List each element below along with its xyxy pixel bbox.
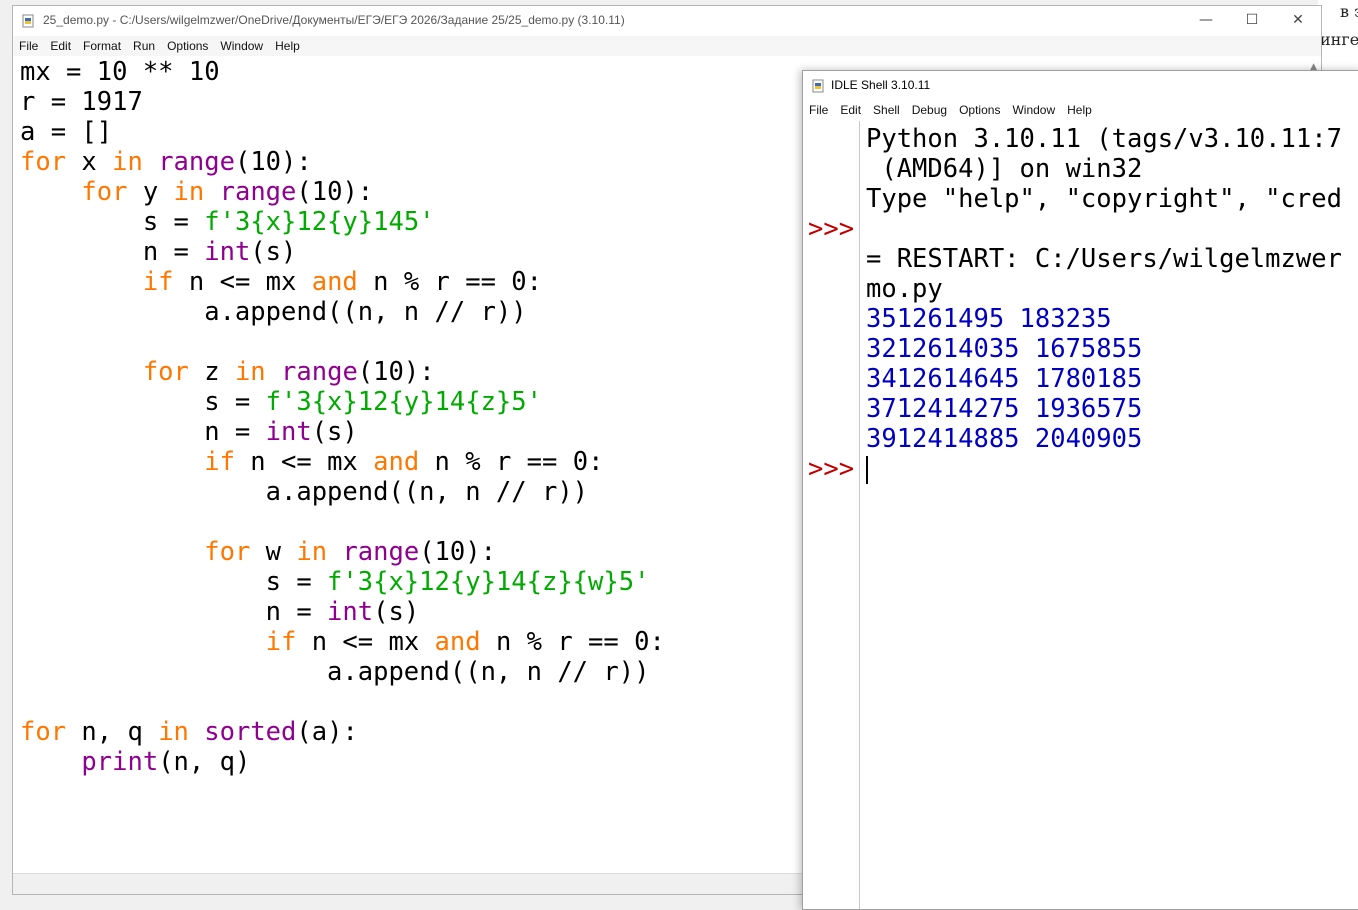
editor-titlebar[interactable]: 25_demo.py - C:/Users/wilgelmzwer/OneDri… xyxy=(13,6,1321,36)
menu-options[interactable]: Options xyxy=(161,36,214,53)
maximize-button[interactable]: ☐ xyxy=(1229,6,1275,36)
menu-edit[interactable]: Edit xyxy=(44,36,77,53)
menu-window[interactable]: Window xyxy=(1006,99,1061,117)
editor-title: 25_demo.py - C:/Users/wilgelmzwer/OneDri… xyxy=(43,13,625,27)
menu-file[interactable]: File xyxy=(13,36,44,53)
menu-help[interactable]: Help xyxy=(1061,99,1098,117)
menu-file[interactable]: File xyxy=(803,99,834,117)
minimize-button[interactable]: — xyxy=(1183,6,1229,36)
prompt-markers: >>> >>> xyxy=(808,214,855,484)
menu-window[interactable]: Window xyxy=(214,36,269,53)
shell-menubar: File Edit Shell Debug Options Window Help xyxy=(803,99,1358,121)
shell-header: Python 3.10.11 (tags/v3.10.11:7 (AMD64)]… xyxy=(866,124,1342,304)
python-shell-icon xyxy=(812,79,824,93)
background-text: в эт xyxy=(1340,2,1358,21)
program-output: 351261495 183235 3212614035 1675855 3412… xyxy=(866,304,1143,454)
background-text: инге xyxy=(1320,30,1358,49)
text-cursor xyxy=(866,456,868,484)
close-button[interactable]: ✕ xyxy=(1275,6,1321,36)
menu-edit[interactable]: Edit xyxy=(834,99,867,117)
shell-text[interactable]: Python 3.10.11 (tags/v3.10.11:7 (AMD64)]… xyxy=(866,124,1342,484)
menu-help[interactable]: Help xyxy=(269,36,306,53)
menu-debug[interactable]: Debug xyxy=(906,99,953,117)
shell-output[interactable]: Python 3.10.11 (tags/v3.10.11:7 (AMD64)]… xyxy=(860,121,1358,909)
shell-titlebar[interactable]: IDLE Shell 3.10.11 xyxy=(803,71,1358,99)
menu-format[interactable]: Format xyxy=(77,36,127,53)
prompt-gutter: >>> >>> xyxy=(803,121,860,909)
shell-window: IDLE Shell 3.10.11 File Edit Shell Debug Opt… xyxy=(802,70,1358,910)
menu-shell[interactable]: Shell xyxy=(867,99,906,117)
shell-title: IDLE Shell 3.10.11 xyxy=(831,78,931,92)
menu-run[interactable]: Run xyxy=(127,36,161,53)
editor-menubar: File Edit Format Run Options Window Help xyxy=(13,36,1321,56)
python-file-icon xyxy=(22,14,34,28)
code-text[interactable]: mx = 10 ** 10 r = 1917 a = [] for x in r… xyxy=(20,57,665,777)
background-document: в эт инге xyxy=(1318,0,1358,70)
menu-options[interactable]: Options xyxy=(953,99,1006,117)
